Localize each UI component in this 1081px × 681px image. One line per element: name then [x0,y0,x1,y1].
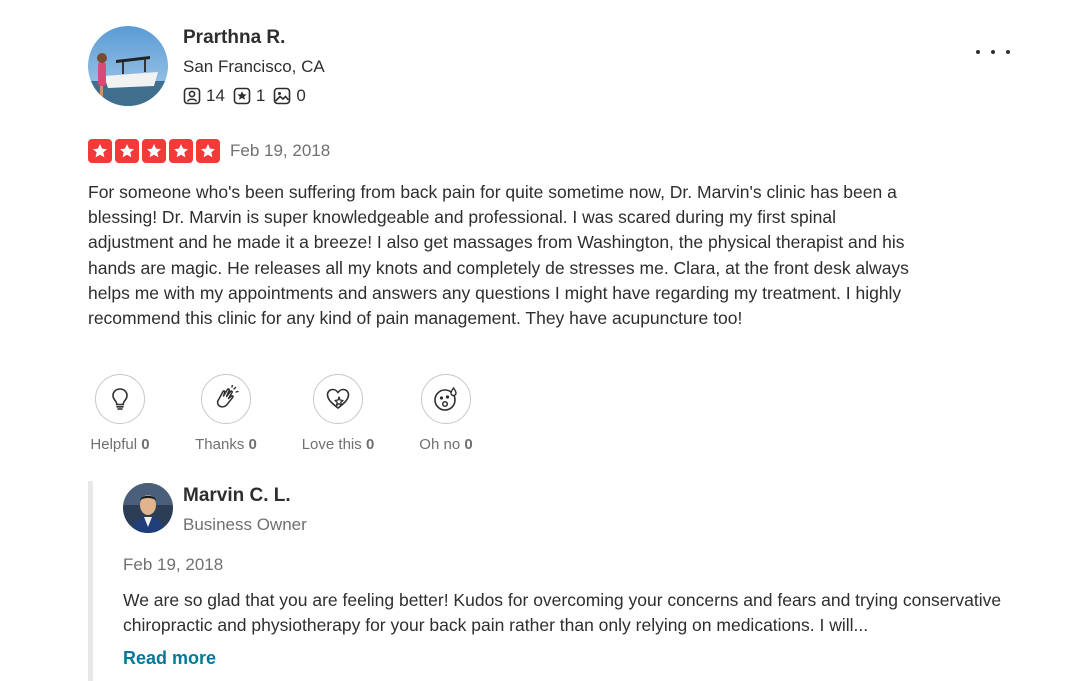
helpful-button[interactable] [95,374,145,424]
photo-icon [274,87,291,105]
oh-no-label: Oh no 0 [416,436,476,453]
photos-count: 0 [296,86,306,105]
reaction-oh-no[interactable]: Oh no 0 [416,374,476,453]
photos-stat: 0 [273,86,306,106]
star-icon [196,139,220,163]
star-icon [142,139,166,163]
reply-text: We are so glad that you are feeling bett… [123,590,1002,636]
more-dot [991,50,995,54]
reaction-thanks[interactable]: Thanks 0 [193,374,259,453]
oh-no-button[interactable] [421,374,471,424]
more-dot [976,50,980,54]
reaction-helpful[interactable]: Helpful 0 [88,374,152,453]
reaction-label-text: Thanks [195,436,245,453]
review-date: Feb 19, 2018 [230,141,331,160]
friends-icon [183,87,201,105]
love-this-label: Love this 0 [299,436,377,453]
reaction-count: 0 [464,436,473,453]
reaction-count: 0 [248,436,257,453]
love-this-button[interactable] [313,374,363,424]
reaction-label-text: Oh no [419,436,461,453]
owner-avatar[interactable] [123,483,173,533]
user-stats: 14 1 0 [183,86,314,106]
reply-date: Feb 19, 2018 [123,555,224,574]
review-card: Prarthna R. San Francisco, CA 14 1 0 Feb… [0,0,1081,681]
more-options-button[interactable] [976,40,1010,64]
thanks-button[interactable] [201,374,251,424]
reviews-count: 1 [255,86,266,105]
reaction-count: 0 [365,436,375,453]
rating-row: Feb 19, 2018 [88,139,330,163]
star-review-icon [233,87,251,105]
shocked-face-icon [434,386,457,411]
clapping-hands-icon [216,385,239,408]
user-location: San Francisco, CA [183,57,325,76]
friends-stat: 14 [183,86,225,106]
reply-indent-bar [88,481,93,681]
owner-role: Business Owner [183,515,307,534]
friends-count: 14 [206,86,225,105]
reaction-label-text: Helpful [90,436,138,453]
reaction-love-this[interactable]: Love this 0 [299,374,377,453]
user-name[interactable]: Prarthna R. [183,27,285,49]
review-text: For someone who's been suffering from ba… [88,182,909,329]
user-avatar[interactable] [88,26,168,106]
reaction-count: 0 [141,436,150,453]
helpful-label: Helpful 0 [88,436,152,453]
star-icon [169,139,193,163]
heart-icon [326,388,350,409]
more-dot [1006,50,1010,54]
reaction-label-text: Love this [301,436,362,453]
star-icon [88,139,112,163]
read-more-link[interactable]: Read more [123,648,216,669]
star-icon [115,139,139,163]
thanks-label: Thanks 0 [193,436,259,453]
lightbulb-icon [112,388,128,410]
star-rating [88,139,223,163]
reviews-stat: 1 [233,86,265,106]
owner-name[interactable]: Marvin C. L. [183,485,291,507]
